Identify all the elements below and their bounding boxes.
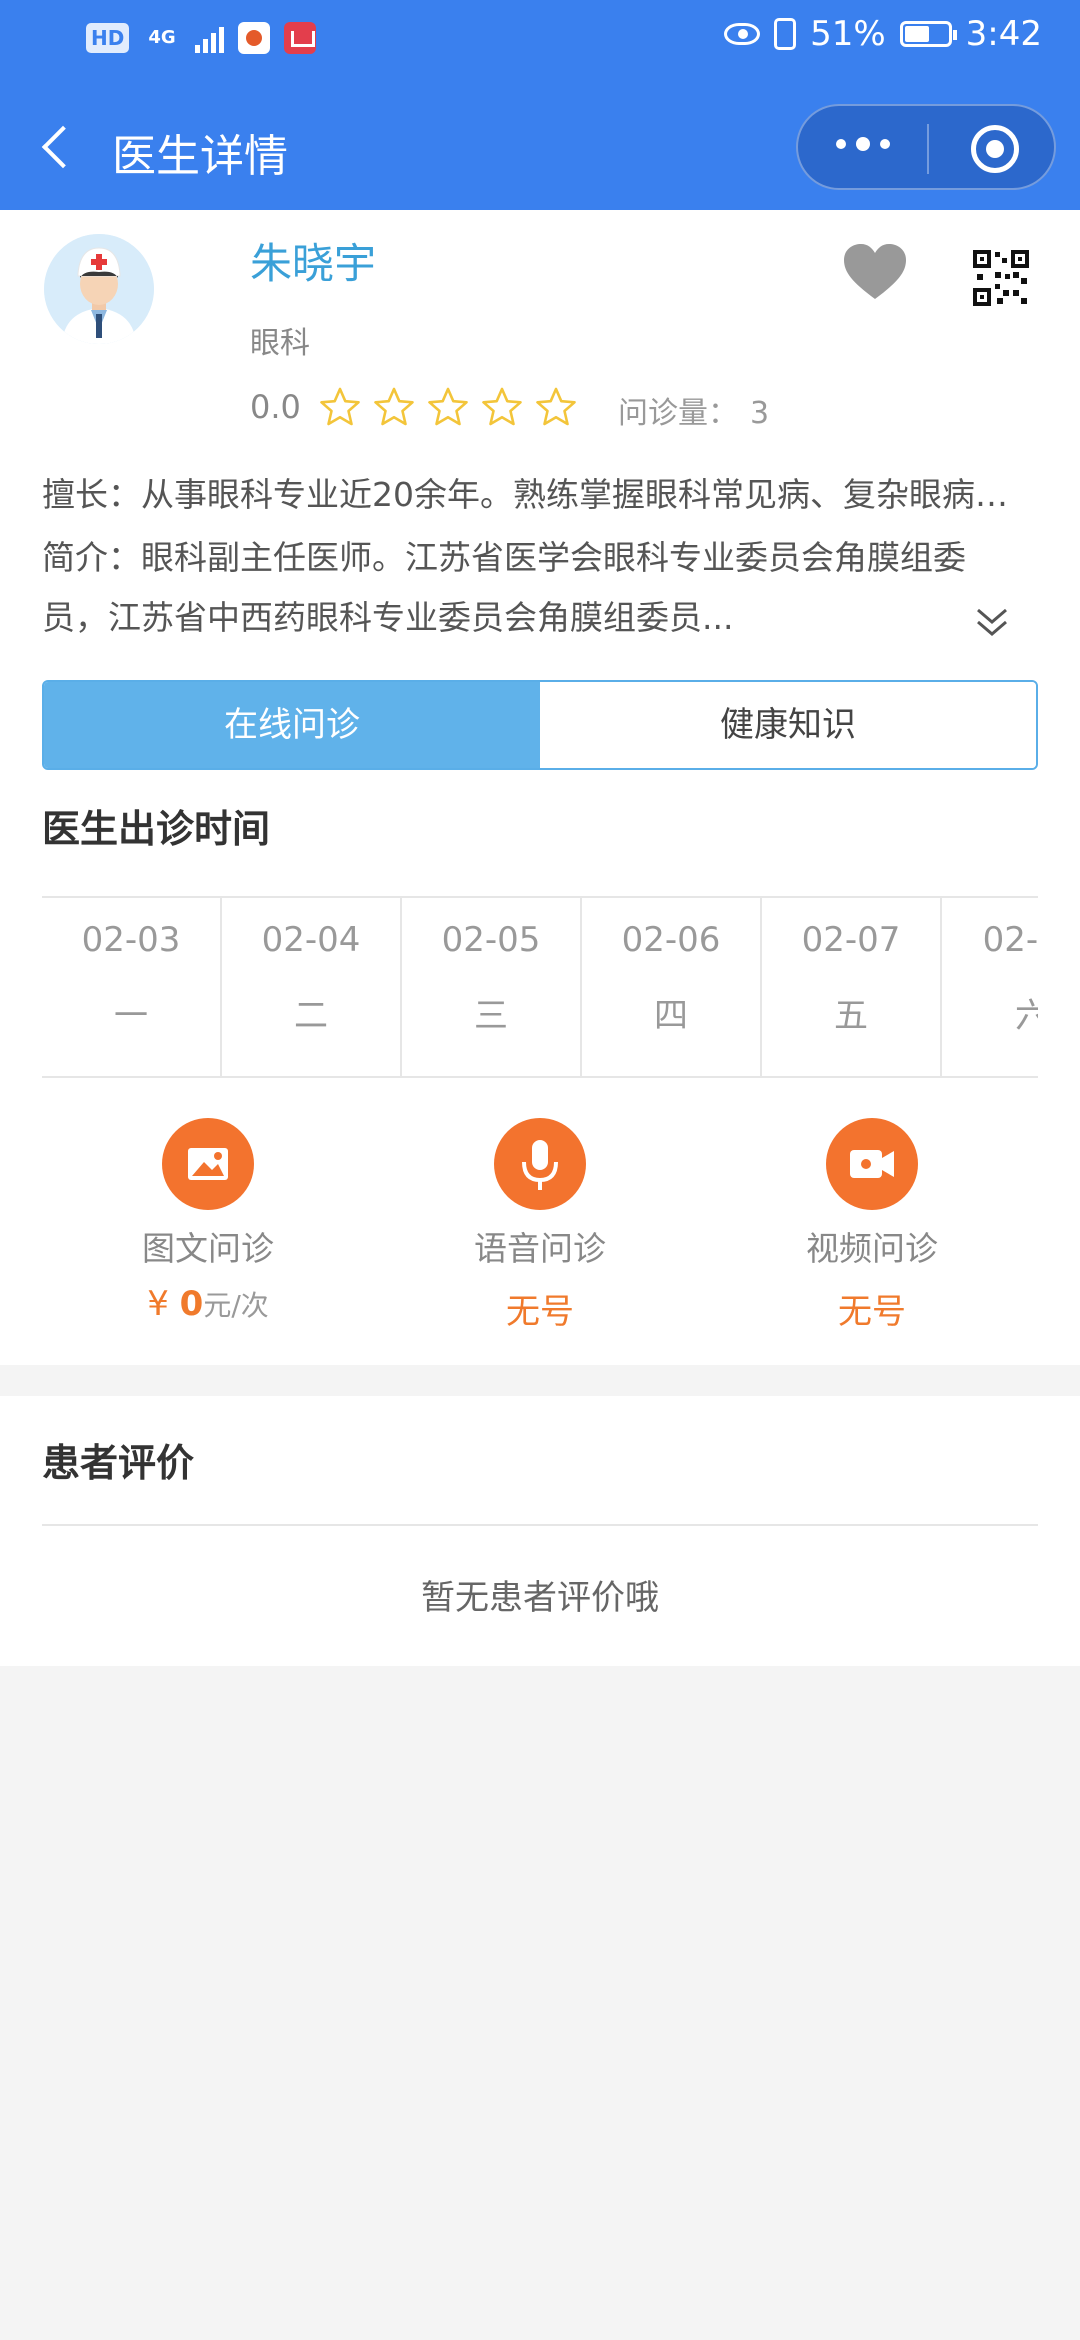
star-icon <box>481 386 523 428</box>
tab-health-knowledge[interactable]: 健康知识 <box>540 682 1036 768</box>
schedule-weekday: 一 <box>114 996 148 1036</box>
status-left: HD 4G <box>86 22 316 54</box>
vibrate-icon <box>774 18 797 50</box>
service-status: 无号 <box>506 1292 574 1332</box>
close-target-icon[interactable] <box>971 125 1019 173</box>
star-icon <box>427 386 469 428</box>
rating-row: 0.0 <box>250 386 577 428</box>
service-video[interactable]: 视频问诊 无号 <box>752 1118 992 1333</box>
avatar <box>44 234 154 344</box>
expand-chevron-icon[interactable] <box>972 604 1012 644</box>
service-label: 图文问诊 <box>142 1229 274 1268</box>
hd-indicator: HD <box>86 23 130 53</box>
service-price: ¥ 0元/次 <box>88 1284 328 1324</box>
schedule-date: 02-08 <box>982 920 1038 960</box>
clock: 3:42 <box>965 14 1042 54</box>
top-bar: HD 4G 51% 3:42 医生详情 <box>0 0 1080 210</box>
schedule-day[interactable]: 02-08 六 <box>942 898 1038 1076</box>
eye-comfort-icon <box>724 23 761 45</box>
schedule-day[interactable]: 02-06 四 <box>582 898 762 1076</box>
schedule-strip[interactable]: 02-03 一 02-04 二 02-05 三 02-06 四 02-07 五 02-08 六 <box>42 896 1038 1078</box>
battery-icon <box>899 21 957 47</box>
price-currency: ¥ <box>147 1284 180 1324</box>
signal-icon <box>194 23 224 53</box>
schedule-date: 02-06 <box>621 920 721 960</box>
schedule-date: 02-03 <box>81 920 181 960</box>
service-voice[interactable]: 语音问诊 无号 <box>420 1118 660 1333</box>
star-icon <box>373 386 415 428</box>
navigation-bar: 医生详情 <box>0 90 1080 210</box>
favorite-heart-icon[interactable] <box>842 242 908 302</box>
consultation-services: 图文问诊 ¥ 0元/次 语音问诊 无号 视频问诊 无号 <box>0 1118 1080 1348</box>
battery-percent: 51% <box>810 14 886 54</box>
consultation-count-label: 问诊量： <box>618 396 738 431</box>
schedule-day[interactable]: 02-07 五 <box>762 898 942 1076</box>
service-status: 无号 <box>838 1292 906 1332</box>
service-image-text[interactable]: 图文问诊 ¥ 0元/次 <box>88 1118 328 1324</box>
doctor-name: 朱晓宇 <box>250 239 377 288</box>
status-bar: HD 4G 51% 3:42 <box>0 0 1080 82</box>
schedule-weekday: 二 <box>294 996 328 1036</box>
doctor-department: 眼科 <box>250 326 310 361</box>
doctor-intro: 简介：眼科副主任医师。江苏省医学会眼科专业委员会角膜组委员，江苏省中西药眼科专业… <box>42 538 966 637</box>
status-right: 51% 3:42 <box>724 14 1042 54</box>
schedule-title: 医生出诊时间 <box>42 807 271 851</box>
schedule-date: 02-07 <box>801 920 901 960</box>
reviews-empty-text: 暂无患者评价哦 <box>421 1578 659 1618</box>
notification-book-icon <box>283 22 316 54</box>
divider <box>42 1524 1038 1526</box>
schedule-weekday: 五 <box>834 996 868 1036</box>
page-title: 医生详情 <box>112 131 288 182</box>
reviews-title: 患者评价 <box>42 1441 195 1485</box>
patient-reviews: 患者评价 暂无患者评价哦 <box>0 1396 1080 1666</box>
star-icon <box>535 386 577 428</box>
doctor-card: 朱晓宇 眼科 0.0 问诊量： 3 擅长：从事眼科专业近20余年。熟练掌握眼科常见… <box>0 210 1080 1365</box>
schedule-weekday: 四 <box>654 996 688 1036</box>
star-icon <box>319 386 361 428</box>
more-icon[interactable] <box>836 137 890 151</box>
schedule-day[interactable]: 02-04 二 <box>222 898 402 1076</box>
schedule-days: 02-03 一 02-04 二 02-05 三 02-06 四 02-07 五 02-08 六 <box>42 898 1038 1076</box>
capsule-divider <box>927 124 929 174</box>
doctor-specialty: 擅长：从事眼科专业近20余年。熟练掌握眼科常见病、复杂眼病的诊治 <box>42 475 1012 514</box>
consultation-count-value: 3 <box>750 396 770 431</box>
schedule-weekday: 三 <box>474 996 508 1036</box>
schedule-date: 02-04 <box>261 920 361 960</box>
video-camera-icon <box>826 1118 918 1210</box>
service-label: 视频问诊 <box>806 1229 938 1268</box>
content-tabs: 在线问诊 健康知识 <box>42 680 1038 770</box>
image-icon <box>162 1118 254 1210</box>
price-unit: 元/次 <box>203 1289 269 1322</box>
network-type: 4G <box>148 27 176 48</box>
consultation-count: 问诊量： 3 <box>618 388 769 432</box>
rating-score: 0.0 <box>250 388 301 426</box>
rating-stars <box>319 386 577 428</box>
microphone-icon <box>494 1118 586 1210</box>
mini-program-capsule <box>796 104 1056 190</box>
price-value: 0 <box>179 1284 204 1324</box>
schedule-weekday: 六 <box>942 988 1038 1037</box>
qr-code-icon[interactable] <box>973 250 1029 306</box>
service-label: 语音问诊 <box>474 1229 606 1268</box>
schedule-day[interactable]: 02-05 三 <box>402 898 582 1076</box>
schedule-date: 02-05 <box>441 920 541 960</box>
schedule-day[interactable]: 02-03 一 <box>42 898 222 1076</box>
tab-online-consultation[interactable]: 在线问诊 <box>44 682 540 768</box>
notification-app-icon <box>237 22 270 54</box>
back-arrow-icon[interactable] <box>38 120 78 180</box>
